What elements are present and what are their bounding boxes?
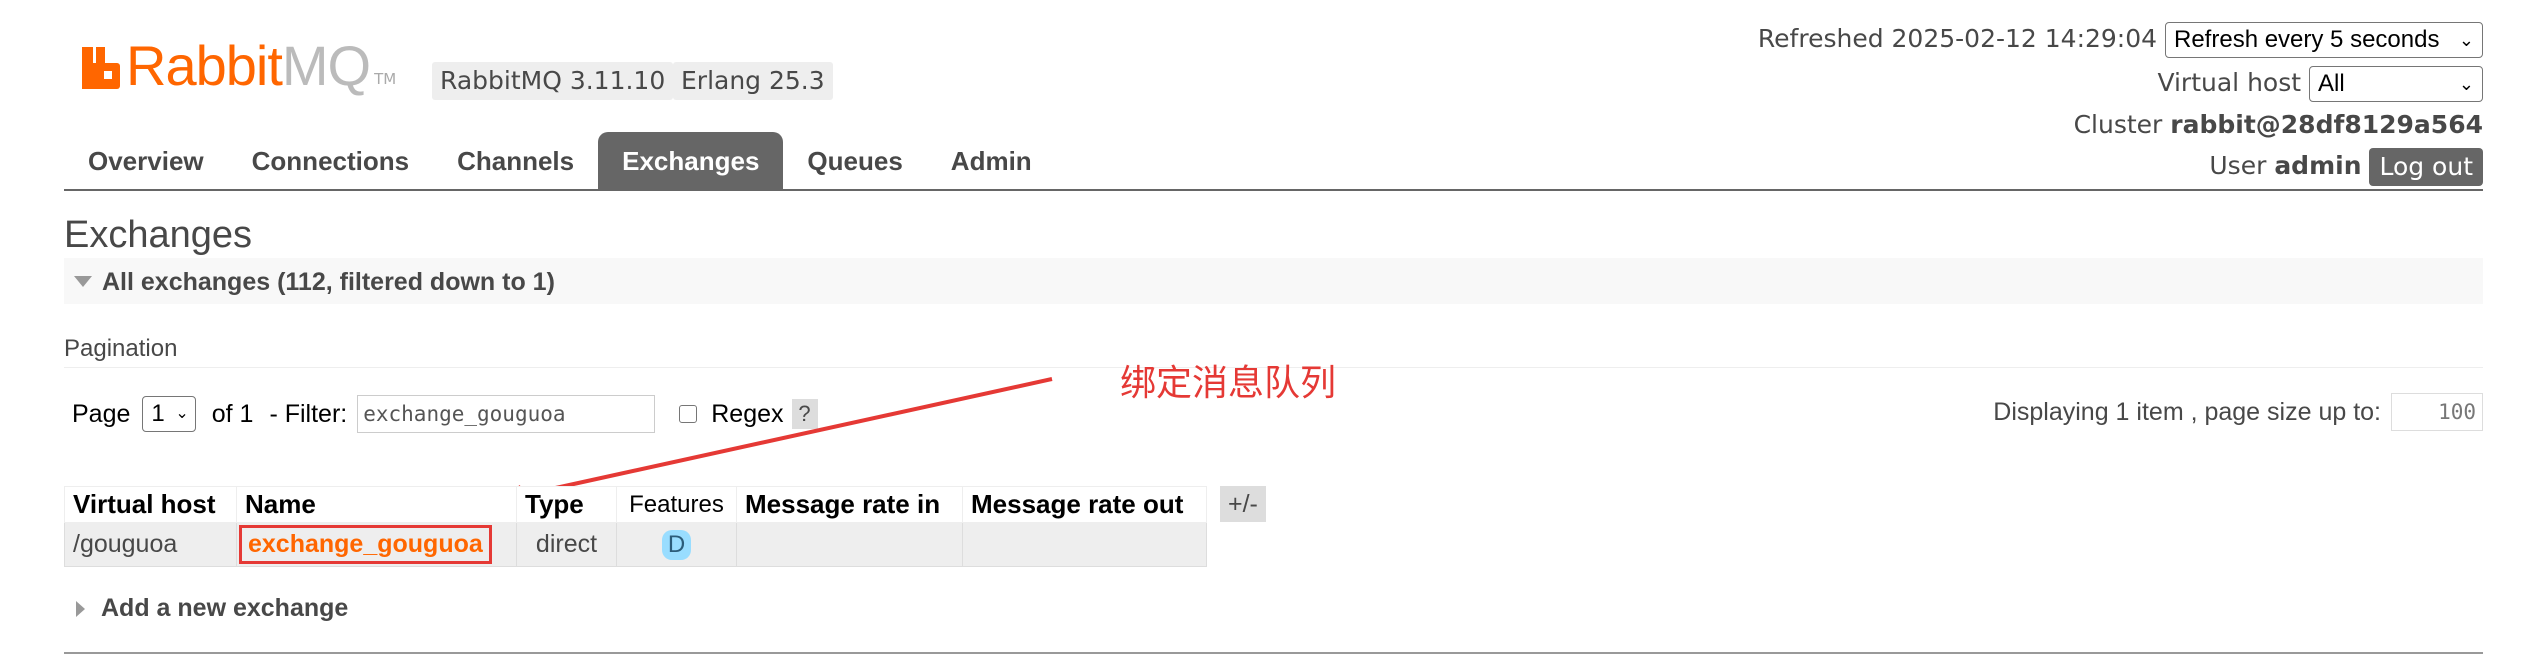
rabbitmq-version-badge: RabbitMQ 3.11.10 <box>432 62 674 100</box>
display-count-label: Displaying 1 item , page size up to: <box>1993 397 2381 426</box>
expand-triangle-icon[interactable] <box>76 600 85 617</box>
chevron-down-icon: ⌄ <box>175 405 189 422</box>
page-select[interactable]: 1 ⌄ <box>142 396 196 432</box>
tab-connections[interactable]: Connections <box>228 132 433 190</box>
chevron-down-icon: ⌄ <box>2458 74 2474 94</box>
toggle-columns-button[interactable]: +/- <box>1220 486 1266 522</box>
rabbitmq-logo-icon <box>82 47 120 89</box>
filter-label: - Filter: <box>269 399 348 428</box>
tab-admin[interactable]: Admin <box>927 132 1056 190</box>
tab-overview[interactable]: Overview <box>64 132 228 190</box>
exchange-name-link[interactable]: exchange_gouguoa <box>239 525 492 564</box>
cell-type: direct <box>516 522 617 567</box>
cluster-row: Cluster rabbit@28df8129a564 <box>2074 110 2483 139</box>
page-title: Exchanges <box>64 214 253 256</box>
col-message-rate-in[interactable]: Message rate in <box>736 486 963 523</box>
page-label: Page <box>72 399 131 428</box>
exchanges-table: Virtual host Name Type Features Message … <box>64 486 1207 567</box>
tab-channels[interactable]: Channels <box>433 132 598 190</box>
logo-trademark: TM <box>374 70 397 88</box>
refreshed-label: Refreshed 2025-02-12 14:29:04 <box>1757 24 2158 53</box>
cell-virtual-host: /gouguoa <box>64 522 237 567</box>
add-new-exchange-label[interactable]: Add a new exchange <box>101 594 348 623</box>
rabbitmq-logo: Rabbit MQ TM <box>82 38 396 94</box>
display-count-row: Displaying 1 item , page size up to: 100 <box>1993 393 2483 431</box>
logout-button[interactable]: Log out <box>2369 148 2483 186</box>
durable-feature-badge: D <box>661 529 692 560</box>
logo-text-mq: MQ <box>281 34 371 97</box>
virtual-host-row: Virtual host All ⌄ <box>2157 66 2483 102</box>
tab-divider <box>64 189 2483 191</box>
erlang-version-badge: Erlang 25.3 <box>673 62 833 100</box>
user-row: User admin Log out <box>2209 148 2483 186</box>
tab-queues[interactable]: Queues <box>783 132 926 190</box>
logo-text-rabbit: Rabbit <box>126 34 283 97</box>
collapse-triangle-icon[interactable] <box>74 276 92 287</box>
regex-label: Regex <box>711 399 784 428</box>
cluster-label: Cluster <box>2073 110 2163 139</box>
cell-features: D <box>616 522 737 567</box>
main-tabs: Overview Connections Channels Exchanges … <box>64 132 1056 190</box>
page-size-input[interactable]: 100 <box>2391 393 2483 431</box>
col-type[interactable]: Type <box>516 486 617 523</box>
regex-help-button[interactable]: ? <box>791 399 818 429</box>
virtual-host-select[interactable]: All ⌄ <box>2309 66 2483 102</box>
annotation-text: 绑定消息队列 <box>1120 363 1337 404</box>
page-count-label: of 1 <box>211 399 254 428</box>
chevron-down-icon: ⌄ <box>2458 30 2474 50</box>
col-virtual-host[interactable]: Virtual host <box>64 486 237 523</box>
pagination-label: Pagination <box>64 335 178 362</box>
add-new-exchange-section[interactable]: Add a new exchange <box>76 594 348 623</box>
table-row: /gouguoa exchange_gouguoa direct D <box>64 522 1207 567</box>
refresh-interval-select[interactable]: Refresh every 5 seconds ⌄ <box>2165 22 2483 58</box>
virtual-host-label: Virtual host <box>2157 68 2302 97</box>
cluster-name: rabbit@28df8129a564 <box>2170 110 2483 139</box>
cell-message-rate-out <box>962 522 1207 567</box>
col-name[interactable]: Name <box>236 486 517 523</box>
col-message-rate-out[interactable]: Message rate out <box>962 486 1207 523</box>
tab-exchanges[interactable]: Exchanges <box>598 132 784 190</box>
regex-checkbox[interactable] <box>679 405 698 423</box>
all-exchanges-label[interactable]: All exchanges (112, filtered down to 1) <box>102 268 555 297</box>
refresh-row: Refreshed 2025-02-12 14:29:04 Refresh ev… <box>1758 22 2483 58</box>
user-name: admin <box>2274 151 2362 180</box>
user-label: User <box>2209 151 2267 180</box>
table-header-row: Virtual host Name Type Features Message … <box>64 486 1207 523</box>
filter-input[interactable]: exchange_gouguoa <box>357 395 656 433</box>
cell-message-rate-in <box>736 522 963 567</box>
cell-name: exchange_gouguoa <box>236 522 517 567</box>
filter-row: Page 1 ⌄ of 1 - Filter: exchange_gouguoa … <box>72 394 818 434</box>
col-features: Features <box>616 486 737 523</box>
